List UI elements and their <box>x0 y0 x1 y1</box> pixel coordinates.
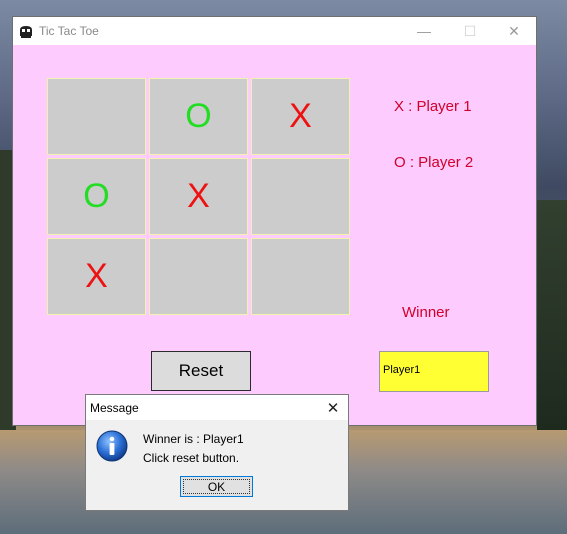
dialog-close-button[interactable]: ✕ <box>322 397 344 419</box>
info-icon <box>96 430 128 462</box>
app-icon <box>20 26 32 38</box>
board-cell-4[interactable]: O <box>47 158 146 235</box>
minimize-button[interactable]: — <box>401 17 447 45</box>
board-cell-1[interactable] <box>47 78 146 155</box>
reset-button[interactable]: Reset <box>151 351 251 391</box>
board-cell-6[interactable] <box>251 158 350 235</box>
dialog-title-bar[interactable]: Message ✕ <box>86 395 348 420</box>
message-dialog: Message ✕ Winner is : Player1 Click rese… <box>85 394 349 511</box>
dialog-title: Message <box>90 401 139 415</box>
maximize-button[interactable]: ☐ <box>447 17 493 45</box>
board-cell-8[interactable] <box>149 238 248 315</box>
winner-label: Winner <box>402 304 450 321</box>
legend-x-player: X : Player 1 <box>394 98 472 115</box>
winner-textbox[interactable]: Player1 <box>379 351 489 392</box>
board-cell-3[interactable]: X <box>251 78 350 155</box>
cell-mark: X <box>187 177 210 215</box>
board-cell-7[interactable]: X <box>47 238 146 315</box>
cell-mark: O <box>185 97 212 135</box>
dialog-message-line2: Click reset button. <box>143 451 240 465</box>
dialog-message-line1: Winner is : Player1 <box>143 432 244 446</box>
window-title: Tic Tac Toe <box>39 24 99 38</box>
legend-o-player: O : Player 2 <box>394 154 474 171</box>
board-cell-9[interactable] <box>251 238 350 315</box>
tic-tac-toe-window: Tic Tac Toe — ☐ ✕ O X O X X X : Player 1… <box>12 16 537 426</box>
desktop-background-right <box>537 200 567 430</box>
board-cell-5[interactable]: X <box>149 158 248 235</box>
cell-mark: O <box>83 177 110 215</box>
close-button[interactable]: ✕ <box>491 17 537 45</box>
cell-mark: X <box>289 97 312 135</box>
board-cell-2[interactable]: O <box>149 78 248 155</box>
ok-button[interactable]: OK <box>180 476 253 497</box>
title-bar[interactable]: Tic Tac Toe — ☐ ✕ <box>13 17 536 45</box>
game-board: O X O X X <box>47 78 353 317</box>
cell-mark: X <box>85 257 108 295</box>
